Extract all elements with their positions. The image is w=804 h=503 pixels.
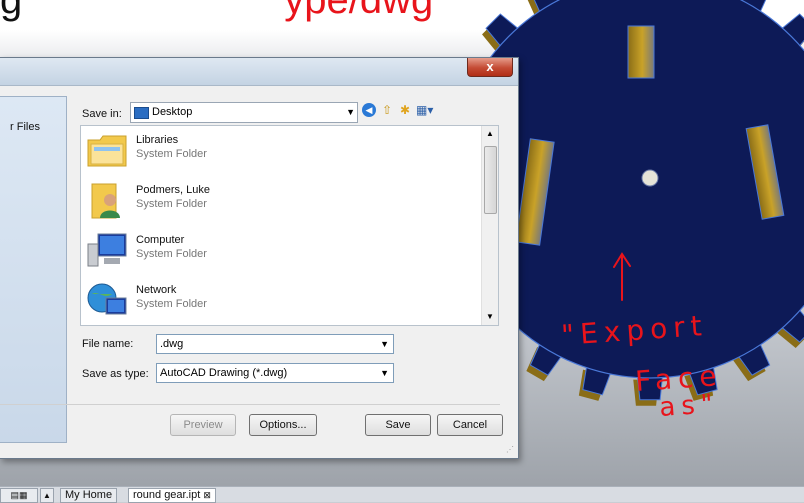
file-name: Network xyxy=(136,284,177,296)
save-in-dropdown[interactable]: Desktop ▼ xyxy=(130,102,358,123)
back-arrow-icon[interactable]: ◀ xyxy=(362,103,376,117)
list-item[interactable]: Network System Folder xyxy=(81,276,471,325)
computer-icon xyxy=(87,233,127,267)
dialog-titlebar[interactable]: x xyxy=(0,58,518,86)
view-menu-icon[interactable]: ▦▾ xyxy=(416,103,433,117)
save-as-type-value: AutoCAD Drawing (*.dwg) xyxy=(160,367,288,379)
new-folder-icon[interactable]: ✱ xyxy=(398,103,412,117)
file-type: System Folder xyxy=(136,148,207,160)
libraries-folder-icon xyxy=(87,135,127,167)
user-folder-icon xyxy=(91,183,120,219)
file-type: System Folder xyxy=(136,298,207,310)
scroll-down-icon[interactable]: ▼ xyxy=(482,309,498,325)
save-button[interactable]: Save xyxy=(365,414,431,436)
options-button[interactable]: Options... xyxy=(249,414,317,436)
tab-close-icon[interactable]: ⊠ xyxy=(203,490,211,500)
chevron-down-icon[interactable]: ▼ xyxy=(380,364,389,382)
up-folder-icon[interactable]: ⇧ xyxy=(380,103,394,117)
save-as-dialog: x r Files Save in: Desktop ▼ ◀ ⇧ ✱ ▦▾ Li… xyxy=(0,57,519,459)
gear-slot-top xyxy=(627,25,655,79)
places-bar-item-label[interactable]: r Files xyxy=(10,121,40,133)
file-list-scrollbar[interactable]: ▲ ▼ xyxy=(481,126,498,325)
scroll-up-icon[interactable]: ▲ xyxy=(482,126,498,142)
file-list[interactable]: Libraries System Folder Podmers, Luke Sy… xyxy=(80,125,499,326)
dialog-toolbar: ◀ ⇧ ✱ ▦▾ xyxy=(362,103,452,121)
list-item[interactable]: Podmers, Luke System Folder xyxy=(81,176,471,226)
desktop-icon xyxy=(134,107,149,119)
places-bar[interactable]: r Files xyxy=(0,96,67,443)
list-item[interactable]: Computer System Folder xyxy=(81,226,471,276)
file-type: System Folder xyxy=(136,198,207,210)
file-name-input[interactable]: .dwg ▼ xyxy=(156,334,394,354)
file-name: Computer xyxy=(136,234,185,246)
chevron-down-icon[interactable]: ▼ xyxy=(380,335,389,353)
save-in-label: Save in: xyxy=(82,108,122,120)
document-tab-bar: ▤▦ ▲ My Home round gear.ipt ⊠ xyxy=(0,486,804,503)
tab-file-label: round gear.ipt xyxy=(133,489,201,501)
divider xyxy=(0,404,500,405)
list-item[interactable]: Libraries System Folder xyxy=(81,126,471,176)
resize-grip-icon[interactable]: ⋰ xyxy=(506,445,514,454)
preview-button[interactable]: Preview xyxy=(170,414,236,436)
file-name-label: File name: xyxy=(82,338,134,350)
scroll-thumb[interactable] xyxy=(484,146,497,214)
close-button[interactable]: x xyxy=(467,58,513,77)
chevron-down-icon: ▼ xyxy=(346,107,355,117)
file-name: Libraries xyxy=(136,134,179,146)
gear-center-hole xyxy=(641,169,659,187)
save-as-type-label: Save as type: xyxy=(82,368,149,380)
file-name-value: .dwg xyxy=(160,338,184,350)
cancel-button[interactable]: Cancel xyxy=(437,414,503,436)
network-icon xyxy=(87,283,127,315)
file-name: Podmers, Luke xyxy=(136,184,210,196)
save-as-type-dropdown[interactable]: AutoCAD Drawing (*.dwg) ▼ xyxy=(156,363,394,383)
file-type: System Folder xyxy=(136,248,207,260)
save-in-value: Desktop xyxy=(152,106,193,118)
